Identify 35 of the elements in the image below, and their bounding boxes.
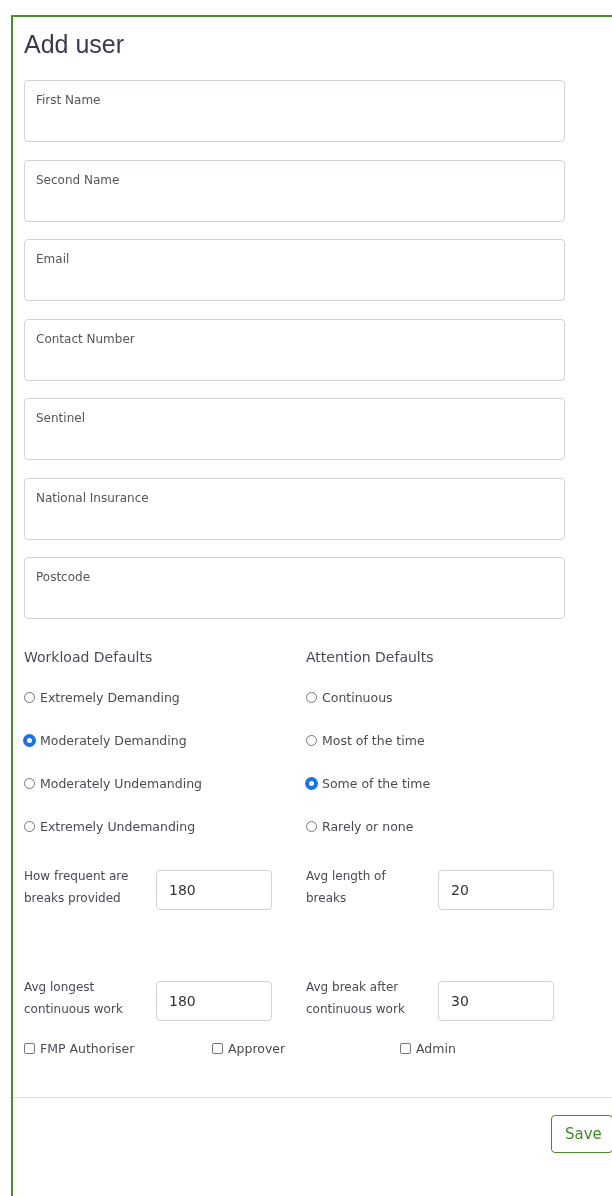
section-heading: Workload Defaults (24, 649, 154, 667)
radio-label: Extremely Demanding (40, 690, 180, 705)
input-field[interactable]: Contact Number (24, 318, 565, 381)
field-label: Avg longest continuous work (24, 979, 124, 1018)
input-field[interactable]: Sentinel (24, 398, 565, 460)
number-field[interactable]: 20 (438, 870, 554, 910)
radio-label: Continuous (322, 690, 393, 705)
checkbox-label: FMP Authoriser (40, 1041, 135, 1056)
checkbox-label: Admin (416, 1041, 456, 1056)
number-field[interactable]: 180 (156, 981, 272, 1021)
checkbox[interactable] (400, 1043, 411, 1054)
checkbox-label: Approver (228, 1041, 286, 1056)
input-field[interactable]: First Name (24, 80, 565, 142)
input-field[interactable]: National Insurance (24, 477, 565, 540)
radio-label: Some of the time (322, 776, 431, 791)
input-field[interactable]: Second Name (24, 159, 565, 222)
field-label: Avg break after continuous work (306, 979, 406, 1018)
section-heading: Attention Defaults (306, 649, 435, 667)
save-button[interactable]: Save (551, 1115, 612, 1153)
radio-label: Most of the time (322, 733, 425, 748)
input-field[interactable]: Email (24, 239, 565, 301)
radio-button[interactable] (306, 778, 317, 789)
input-field[interactable]: Postcode (24, 557, 565, 619)
field-label: Avg length of breaks (306, 868, 387, 907)
radio-label: Rarely or none (322, 819, 414, 834)
radio-label: Moderately Demanding (40, 733, 187, 748)
checkbox[interactable] (24, 1043, 35, 1054)
number-field[interactable]: 180 (156, 870, 272, 910)
radio-label: Moderately Undemanding (40, 776, 202, 791)
checkbox[interactable] (212, 1043, 223, 1054)
number-field[interactable]: 30 (438, 981, 554, 1021)
radio-label: Extremely Undemanding (40, 819, 196, 834)
radio-button[interactable] (24, 735, 35, 746)
page-title: Add user (23, 29, 126, 60)
field-label: How frequent are breaks provided (24, 868, 130, 907)
